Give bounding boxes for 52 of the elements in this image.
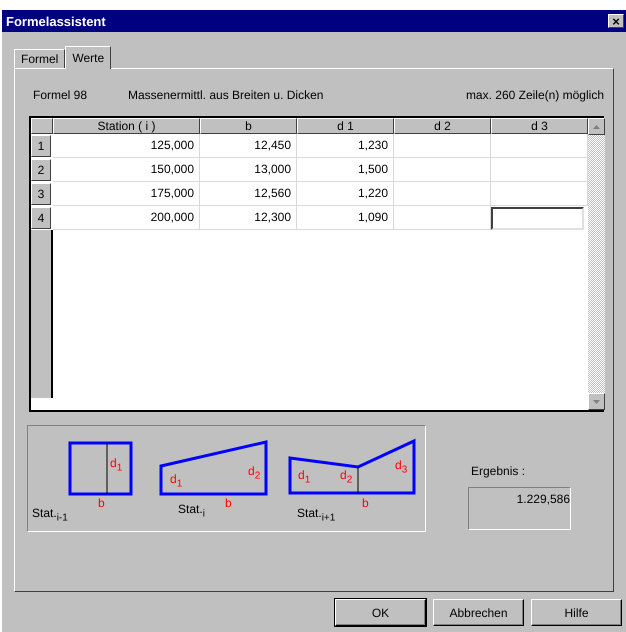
down-arrow-icon: [593, 400, 600, 404]
dialog-button[interactable]: Hilfe: [531, 599, 622, 626]
width-label: b: [98, 496, 105, 510]
scroll-down-button[interactable]: [588, 393, 605, 410]
station-label: Stat.$_{i+1}$: [297, 506, 336, 524]
station-label: Stat.$_{i}$: [178, 502, 205, 520]
up-arrow-icon: [593, 124, 600, 128]
close-button[interactable]: ×: [608, 14, 624, 28]
depth-label: d$_{1}$: [110, 456, 122, 474]
scroll-up-button[interactable]: [588, 118, 605, 135]
row-header[interactable]: 4: [31, 207, 51, 229]
table-cell[interactable]: 1,500: [297, 158, 394, 182]
tab[interactable]: Formel: [14, 49, 66, 68]
table-cell[interactable]: 1,090: [297, 206, 394, 230]
table-cell[interactable]: 1,220: [297, 182, 394, 206]
formula-number: Formel 98: [33, 88, 88, 99]
table-cell[interactable]: 175,000: [53, 182, 200, 206]
table-cell[interactable]: 200,000: [53, 206, 200, 230]
table-cell[interactable]: 12,300: [200, 206, 297, 230]
row-header[interactable]: 1: [31, 135, 51, 157]
row-limit-text: max. 260 Zeile(n) möglich: [466, 88, 604, 99]
scrollbar[interactable]: [588, 118, 605, 410]
table-cell[interactable]: 13,000: [200, 158, 297, 182]
dialog-button[interactable]: Abbrechen: [433, 599, 524, 626]
column-header[interactable]: d 3: [491, 118, 588, 134]
column-header[interactable]: b: [200, 118, 297, 134]
dialog-button[interactable]: OK: [335, 599, 426, 626]
tab[interactable]: Werte: [65, 46, 112, 69]
station-label: Stat.$_{i-1}$: [32, 506, 68, 524]
width-label: b: [225, 496, 232, 510]
result-field: 1.229,586: [468, 487, 571, 530]
table-cell[interactable]: 12,450: [200, 134, 297, 158]
depth-label: d$_{3}$: [395, 458, 408, 476]
depth-label: d$_{1}$: [170, 472, 182, 490]
table-cell[interactable]: 150,000: [53, 158, 200, 182]
table-cell[interactable]: 1,230: [297, 134, 394, 158]
depth-label: d$_{2}$: [248, 464, 260, 482]
window-title: Formelassistent: [6, 14, 106, 28]
table-cell[interactable]: [491, 207, 584, 230]
result-label: Ergebnis :: [471, 464, 526, 478]
cross-section-drawing: [68, 442, 132, 496]
formula-description: Massenermittl. aus Breiten u. Dicken: [128, 88, 324, 99]
depth-label: d$_{2}$: [340, 468, 352, 486]
table-cell[interactable]: 125,000: [53, 134, 200, 158]
column-header[interactable]: d 2: [394, 118, 491, 134]
width-label: b: [362, 496, 369, 510]
column-header[interactable]: d 1: [297, 118, 394, 134]
table-cell[interactable]: 12,560: [200, 182, 297, 206]
row-header[interactable]: 2: [31, 159, 51, 181]
column-header[interactable]: Station ( i ): [53, 118, 200, 134]
depth-label: d$_{1}$: [298, 468, 310, 486]
row-header[interactable]: 3: [31, 183, 51, 205]
